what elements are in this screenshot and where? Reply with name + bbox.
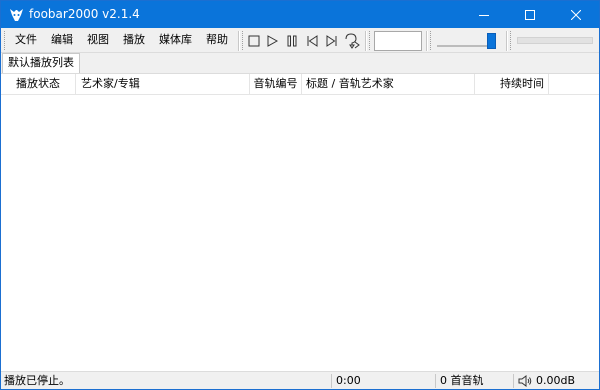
column-header-playback-state[interactable]: 播放状态 [1, 74, 76, 95]
column-header-duration[interactable]: 持续时间 [475, 74, 549, 95]
close-button[interactable] [553, 1, 599, 28]
menu-bar: 文件 编辑 视图 播放 媒体库 帮助 [8, 28, 235, 53]
speaker-icon[interactable] [518, 375, 532, 387]
maximize-button[interactable] [507, 1, 553, 28]
toolbar-separator [426, 31, 428, 51]
status-separator [435, 374, 436, 388]
menu-file[interactable]: 文件 [8, 28, 44, 53]
tab-default-playlist[interactable]: 默认播放列表 [2, 53, 80, 73]
status-volume: 0.00dB [536, 374, 576, 387]
volume-slider-thumb[interactable] [487, 33, 496, 49]
maximize-icon [525, 9, 535, 20]
status-message: 播放已停止。 [4, 374, 70, 387]
play-icon [267, 35, 278, 47]
status-playback-time: 0:00 [336, 374, 361, 387]
play-button[interactable] [263, 32, 281, 50]
playlist-header: 播放状态 艺术家/专辑 音轨编号 标题 / 音轨艺术家 持续时间 [1, 74, 599, 95]
menu-playback[interactable]: 播放 [116, 28, 152, 53]
stop-icon [248, 35, 260, 47]
menu-help[interactable]: 帮助 [199, 28, 235, 53]
next-button[interactable] [323, 32, 341, 50]
menu-toolbar-row: 文件 编辑 视图 播放 媒体库 帮助 [1, 28, 599, 53]
minimize-button[interactable] [461, 1, 507, 28]
close-icon [571, 9, 581, 20]
status-track-count: 0 首音轨 [440, 374, 484, 387]
column-header-blank[interactable] [549, 74, 599, 95]
main-window: foobar2000 v2.1.4 文件 编辑 视图 播放 媒体库 帮助 默认播… [0, 0, 600, 390]
menu-edit[interactable]: 编辑 [44, 28, 80, 53]
menu-grip[interactable] [4, 31, 7, 50]
foobar-app-icon [10, 9, 23, 21]
seekbar-grip[interactable] [510, 31, 513, 50]
visualisation-panel[interactable] [374, 31, 422, 51]
column-header-artist-album[interactable]: 艺术家/专辑 [76, 74, 250, 95]
toolbar-separator [506, 31, 508, 51]
status-bar: 播放已停止。 0:00 0 首音轨 0.00dB [1, 371, 599, 389]
status-separator [513, 374, 514, 388]
pause-icon [287, 35, 297, 47]
playlist-view[interactable]: 播放状态 艺术家/专辑 音轨编号 标题 / 音轨艺术家 持续时间 [1, 73, 599, 371]
visualisation-grip[interactable] [369, 31, 372, 50]
column-header-track-number[interactable]: 音轨编号 [250, 74, 302, 95]
random-button[interactable] [343, 32, 361, 50]
column-header-title-artist[interactable]: 标题 / 音轨艺术家 [302, 74, 475, 95]
pause-button[interactable] [283, 32, 301, 50]
title-bar[interactable]: foobar2000 v2.1.4 [1, 1, 599, 28]
seek-bar[interactable] [517, 37, 593, 44]
random-icon [345, 33, 360, 49]
menu-view[interactable]: 视图 [80, 28, 116, 53]
previous-icon [307, 35, 318, 47]
next-icon [326, 35, 337, 47]
stop-button[interactable] [245, 32, 263, 50]
playlist-tab-bar: 默认播放列表 [1, 53, 599, 73]
toolbar-separator [365, 31, 367, 51]
status-separator [331, 374, 332, 388]
previous-button[interactable] [303, 32, 321, 50]
menu-library[interactable]: 媒体库 [152, 28, 199, 53]
minimize-icon [479, 14, 489, 16]
toolbar-separator [238, 31, 240, 51]
window-title: foobar2000 v2.1.4 [29, 7, 140, 21]
volume-grip[interactable] [430, 31, 433, 50]
